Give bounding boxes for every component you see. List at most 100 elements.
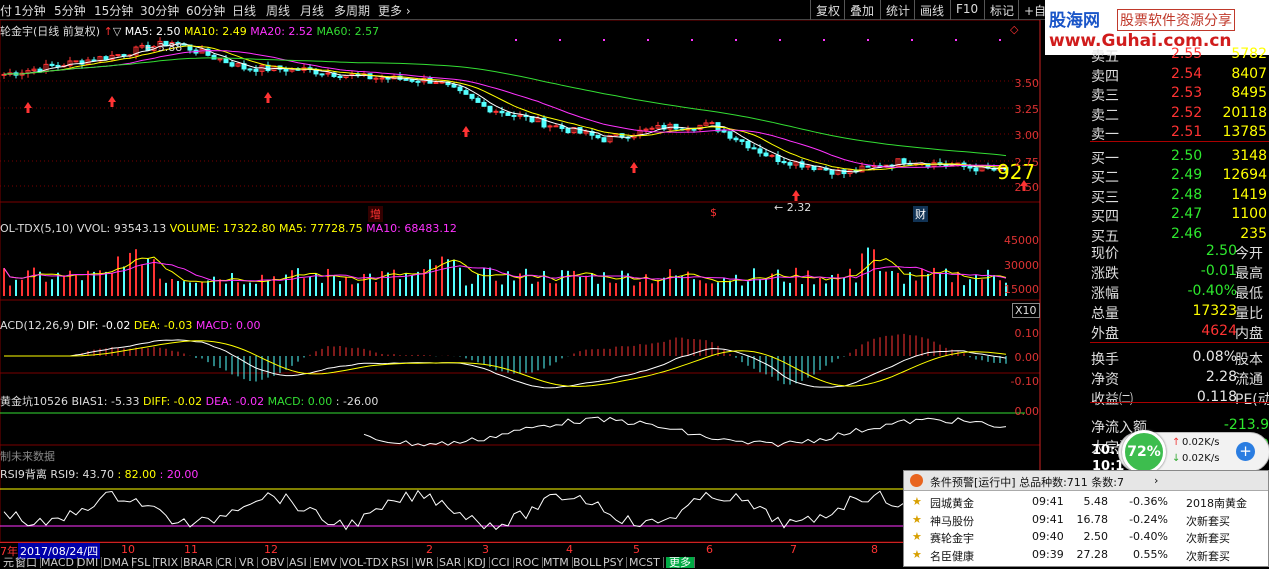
period-multi[interactable]: 多周期 xyxy=(334,2,370,19)
ob-volume: 5782 xyxy=(1231,46,1267,62)
tab-vol-tdx[interactable]: VOL-TDX xyxy=(338,557,393,568)
draw-button[interactable]: 画线 xyxy=(914,0,949,20)
network-speed-widget[interactable]: 72% ↑ 0.02K/s ↓ 0.02K/s + xyxy=(1112,430,1269,474)
period-1min-partial[interactable]: 付 xyxy=(0,2,12,19)
month-label: 3 xyxy=(482,543,489,556)
stats-button[interactable]: 统计 xyxy=(880,0,915,20)
period-more[interactable]: 更多 › xyxy=(378,2,411,19)
alert-change: -0.40% xyxy=(1129,530,1168,543)
tab-rsi[interactable]: RSI xyxy=(388,557,413,568)
marker-dividend[interactable]: $ xyxy=(710,206,717,219)
volume-unit-badge: X10 xyxy=(1012,303,1040,318)
quote-right-label: 量比 xyxy=(1235,306,1263,322)
tab-mtm[interactable]: MTM xyxy=(540,557,573,568)
candle-body xyxy=(325,72,331,75)
y-tick: 3.50 xyxy=(1014,77,1040,90)
condition-alert-window[interactable]: 条件预警[运行中] 总品种数:711 条数:7 › ★ 园城黄金 09:41 5.48… xyxy=(903,470,1269,567)
ob-level-label: 买四 xyxy=(1091,209,1119,225)
signal-dot xyxy=(515,39,517,41)
buy-signal-arrow xyxy=(630,162,638,173)
ob-volume: 8407 xyxy=(1231,65,1267,82)
alert-row[interactable]: ★ 神马股份 09:41 16.78 -0.24% 次新套买 xyxy=(904,511,1269,528)
tab-vr[interactable]: VR xyxy=(236,557,259,568)
candle-body xyxy=(781,161,787,164)
widget-plus-icon[interactable]: + xyxy=(1236,442,1255,461)
period-1min[interactable]: 1分钟 xyxy=(14,2,46,19)
month-label: 5 xyxy=(633,543,640,556)
tab-dmi[interactable]: DMI xyxy=(74,557,103,568)
alert-note: 次新套买 xyxy=(1186,532,1230,545)
chart-canvas[interactable] xyxy=(0,20,1045,542)
candle-body xyxy=(475,97,481,103)
month-label: 8 xyxy=(871,543,878,556)
tab-sar[interactable]: SAR xyxy=(436,557,466,568)
period-week[interactable]: 周线 xyxy=(266,2,290,19)
alert-row[interactable]: ★ 园城黄金 09:41 5.48 -0.36% 2018南黄金 xyxy=(904,493,1269,510)
candle-body xyxy=(811,165,817,171)
tab-obv[interactable]: OBV xyxy=(258,557,289,568)
chart-area[interactable]: 轮金宇(日线 前复权) ↑▽ MA5: 2.50 MA10: 2.49 MA20… xyxy=(0,20,1045,542)
dif-label: DIF: -0.02 xyxy=(77,319,131,332)
alert-expand-icon[interactable]: › xyxy=(1154,474,1158,487)
volume-title: OL-TDX(5,10) xyxy=(0,222,74,235)
period-day[interactable]: 日线 xyxy=(232,2,256,19)
tab-cci[interactable]: CCI xyxy=(488,557,514,568)
ask-row[interactable]: 卖五 2.55 5782 xyxy=(1045,45,1269,66)
bias-panel-header: 黄金坑10526 BIAS1: -5.33 DIFF: -0.02 DEA: -… xyxy=(0,393,378,409)
down-arrow-icon: ▽ xyxy=(112,25,122,38)
tab-roc[interactable]: ROC xyxy=(512,557,543,568)
ob-price: 2.53 xyxy=(1171,85,1203,101)
bid-row[interactable]: 买四 2.47 1100 xyxy=(1045,205,1269,226)
marker-finance[interactable]: 财 xyxy=(913,206,928,222)
panel-border xyxy=(0,444,1041,542)
candle-body xyxy=(283,68,289,72)
bid-row[interactable]: 买二 2.49 12694 xyxy=(1045,166,1269,187)
period-5min[interactable]: 5分钟 xyxy=(54,2,86,19)
ask-row[interactable]: 卖二 2.52 20118 xyxy=(1045,104,1269,125)
alert-app-icon xyxy=(910,474,923,487)
tab-psy[interactable]: PSY xyxy=(600,557,628,568)
candle-body xyxy=(751,147,757,150)
tab-macd[interactable]: MACD xyxy=(38,557,78,568)
period-60min[interactable]: 60分钟 xyxy=(186,2,225,19)
panel-border xyxy=(0,372,1041,446)
ask-row[interactable]: 卖四 2.54 8407 xyxy=(1045,65,1269,86)
period-30min[interactable]: 30分钟 xyxy=(140,2,179,19)
tab-cr[interactable]: CR xyxy=(214,557,237,568)
tab-窗口[interactable]: 窗口 xyxy=(12,557,41,568)
quote-row: 收益㈡0.118PE(动) xyxy=(1045,388,1269,408)
period-15min[interactable]: 15分钟 xyxy=(94,2,133,19)
alert-row[interactable]: ★ 赛轮金宇 09:40 2.50 -0.40% 次新套买 xyxy=(904,528,1269,545)
alert-time: 09:40 xyxy=(1032,530,1064,543)
overlay-button[interactable]: 叠加 xyxy=(844,0,879,20)
alert-titlebar[interactable]: 条件预警[运行中] 总品种数:711 条数:7 › xyxy=(904,471,1268,491)
mark-button[interactable]: 标记 xyxy=(984,0,1019,20)
tab-kdj[interactable]: KDJ xyxy=(464,557,490,568)
quote-panel: 现价 2.50 今开 涨跌 -0.01 最高 涨幅 -0.40% 最低 总量 17323 量比 外盘 46… xyxy=(1045,242,1269,456)
quote-right-label: PE(动) xyxy=(1235,392,1269,408)
y-tick: 45000 xyxy=(1004,234,1039,247)
ask-row[interactable]: 卖三 2.53 8495 xyxy=(1045,84,1269,105)
candle-body xyxy=(601,137,607,143)
quote-label: 收益㈡ xyxy=(1091,392,1133,408)
tab-emv[interactable]: EMV xyxy=(310,557,341,568)
tab-wr[interactable]: WR xyxy=(412,557,438,568)
marker-increase[interactable]: 增 xyxy=(368,206,383,222)
y-tick: 2.50 xyxy=(1014,181,1040,194)
tab-trix[interactable]: TRIX xyxy=(150,557,183,568)
bid-row[interactable]: 买一 2.50 3148 xyxy=(1045,147,1269,168)
alert-row[interactable]: ★ 名臣健康 09:39 27.28 0.55% 次新套买 xyxy=(904,546,1269,563)
candle-body xyxy=(253,68,259,72)
ob-level-label: 卖三 xyxy=(1091,88,1119,104)
fuquan-button[interactable]: 复权 xyxy=(810,0,845,20)
tab-brar[interactable]: BRAR xyxy=(180,557,217,568)
period-month[interactable]: 月线 xyxy=(300,2,324,19)
memory-percent-badge[interactable]: 72% xyxy=(1122,430,1166,474)
tab-更多[interactable]: 更多 xyxy=(666,557,695,568)
tab-asi[interactable]: ASI xyxy=(286,557,311,568)
signal-dot xyxy=(999,39,1001,41)
bid-row[interactable]: 买三 2.48 1419 xyxy=(1045,186,1269,207)
f10-button[interactable]: F10 xyxy=(950,0,983,20)
tab-mcst[interactable]: MCST xyxy=(626,557,664,568)
dea-label: DEA: -0.03 xyxy=(133,319,193,332)
